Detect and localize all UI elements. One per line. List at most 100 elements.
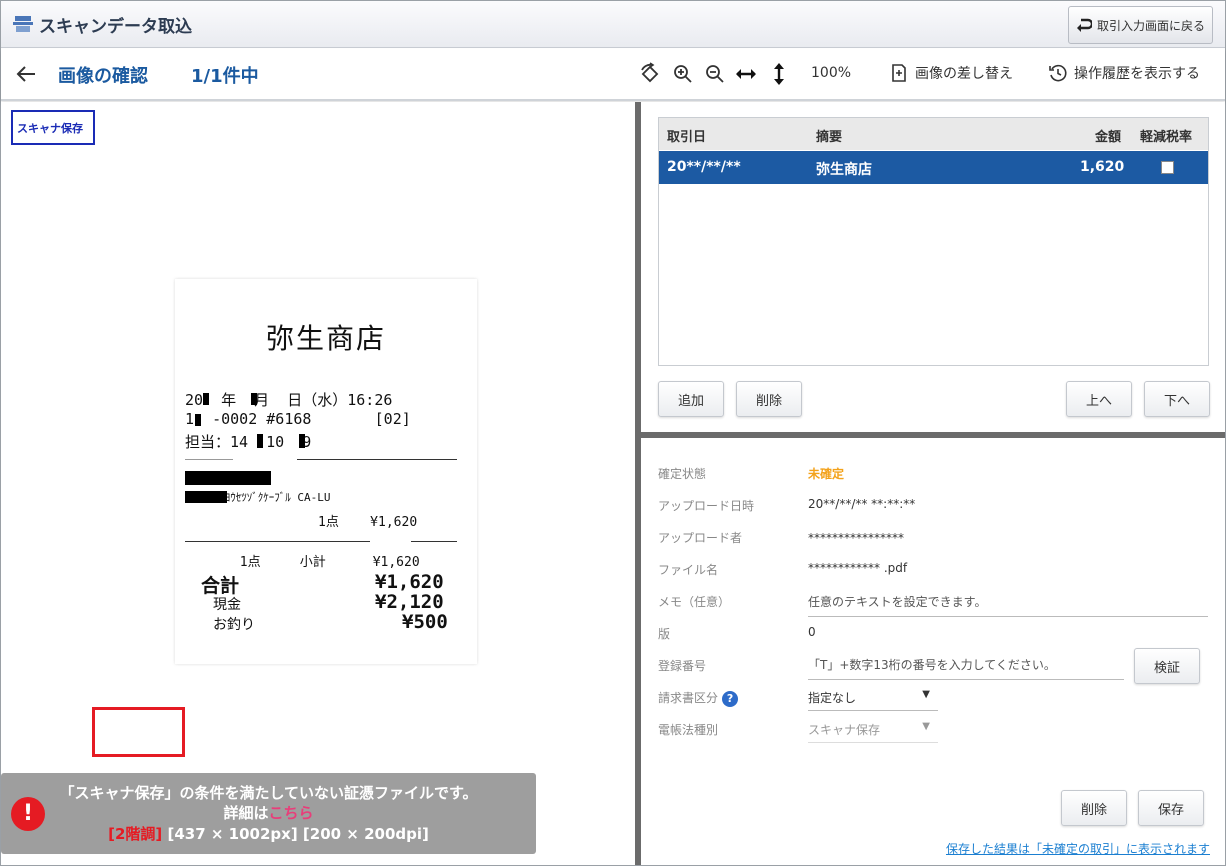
upload-date-value: 20**/**/** **:**:** — [808, 497, 916, 511]
receipt-redaction — [299, 434, 305, 448]
receipt-redaction — [257, 434, 263, 448]
invoice-type-label: 請求書区分? — [658, 689, 739, 707]
page-title: 画像の確認 — [58, 66, 148, 87]
memo-input[interactable]: 任意のテキストを設定できます。 — [808, 593, 1208, 617]
history-icon — [1049, 64, 1067, 82]
title-bar: スキャンデータ取込 取引入力画面に戻る — [1, 1, 1225, 48]
highlight-frame — [92, 707, 185, 757]
warning-image-specs: [2階調] [437 × 1002px] [200 × 200dpi] — [1, 823, 536, 844]
receipt-qty-line: 1点 ¥1,620 — [185, 515, 418, 530]
toolbar: 画像の確認 1/1件中 100% 画像の差し替え 操作履歴を表示する — [1, 49, 1225, 101]
receipt-redaction — [185, 471, 271, 485]
back-arrow-icon[interactable] — [15, 63, 37, 85]
scanner-warning-banner: ! 「スキャナ保存」の条件を満たしていない証憑ファイルです。 詳細はこちら [2… — [1, 773, 536, 854]
filename-label: ファイル名 — [658, 563, 719, 577]
zoom-in-icon[interactable] — [671, 62, 695, 86]
upload-date-label: アップロード日時 — [658, 499, 755, 513]
page-count: 1/1件中 — [191, 66, 259, 87]
receipt-staff-line: 担当：14 10 9 — [185, 433, 312, 451]
column-header-reduced-tax: 軽減税率 — [1140, 130, 1193, 145]
row-amount: 1,620 — [1080, 159, 1125, 175]
resolution-spec: [437 × 1002px] [200 × 200dpi] — [162, 825, 429, 843]
table-row[interactable]: 20**/**/** 弥生商店 1,620 — [659, 151, 1208, 184]
registration-number-input[interactable]: 「T」+数字13桁の番号を入力してください。 — [808, 656, 1124, 680]
table-header: 取引日 摘要 金額 軽減税率 — [659, 118, 1208, 150]
receipt-redaction — [185, 491, 227, 503]
receipt-shop-name: 弥生商店 — [265, 322, 386, 355]
app-title: スキャンデータ取込 — [39, 17, 192, 37]
image-preview-pane: スキャナ保存 弥生商店 20 年 月 日（水）16:26 1 -0002 #61… — [1, 102, 635, 865]
receipt-redaction — [251, 393, 257, 405]
verify-button[interactable]: 検証 — [1134, 648, 1200, 684]
fit-height-icon[interactable] — [767, 62, 791, 86]
fit-width-icon[interactable] — [734, 62, 758, 86]
filename-value: ************ .pdf — [808, 561, 908, 575]
add-row-button[interactable]: 追加 — [658, 381, 724, 417]
help-icon[interactable]: ? — [722, 690, 739, 707]
invoice-type-select[interactable]: 指定なし ▼ — [808, 681, 938, 711]
receipt-rule — [411, 541, 457, 542]
warning-detail: 詳細はこちら — [1, 802, 536, 823]
receipt-redaction — [203, 393, 209, 405]
rotate-icon[interactable] — [638, 62, 662, 86]
version-value: 0 — [808, 625, 816, 639]
warning-message: 「スキャナ保存」の条件を満たしていない証憑ファイルです。 — [59, 784, 478, 802]
move-up-button[interactable]: 上へ — [1066, 381, 1132, 417]
ebook-type-value: スキャナ保存 — [808, 723, 881, 737]
show-history-button[interactable]: 操作履歴を表示する — [1048, 63, 1200, 83]
history-label: 操作履歴を表示する — [1074, 66, 1200, 82]
column-header-summary: 摘要 — [816, 130, 843, 145]
status-value: 未確定 — [808, 467, 845, 481]
back-to-entry-button[interactable]: 取引入力画面に戻る — [1068, 6, 1213, 44]
receipt-total-value: ¥1,620 — [375, 571, 444, 593]
row-date: 20**/**/** — [667, 159, 741, 175]
receipt-date-line: 20 年 月 日（水）16:26 — [185, 391, 393, 409]
replace-image-button[interactable]: 画像の差し替え — [889, 63, 1013, 83]
gradation-spec: [2階調] — [108, 825, 163, 843]
move-down-button[interactable]: 下へ — [1144, 381, 1210, 417]
warning-detail-link[interactable]: こちら — [269, 804, 314, 822]
receipt-rule — [185, 459, 233, 460]
memo-label: メモ（任意） — [658, 595, 731, 609]
column-header-amount: 金額 — [1095, 130, 1122, 145]
transaction-table: 取引日 摘要 金額 軽減税率 20**/**/** 弥生商店 1,620 — [658, 117, 1209, 366]
replace-image-label: 画像の差し替え — [915, 66, 1013, 82]
version-label: 版 — [658, 627, 671, 641]
receipt-rule — [185, 541, 370, 542]
chevron-down-icon: ▼ — [922, 721, 930, 732]
zoom-out-icon[interactable] — [703, 62, 727, 86]
receipt-rule — [297, 459, 457, 460]
column-header-date: 取引日 — [667, 130, 707, 145]
receipt-image: 弥生商店 20 年 月 日（水）16:26 1 -0002 #6168 [02]… — [175, 279, 477, 664]
receipt-redaction — [195, 414, 201, 426]
return-arrow-icon — [1076, 18, 1092, 32]
invoice-type-label-text: 請求書区分 — [658, 691, 719, 705]
ebook-type-select: スキャナ保存 ▼ — [808, 713, 938, 743]
row-summary: 弥生商店 — [816, 162, 872, 178]
uploader-value: **************** — [808, 531, 904, 545]
receipt-change-label: お釣り — [213, 617, 255, 633]
warning-detail-prefix: 詳細は — [223, 804, 269, 822]
registration-number-label: 登録番号 — [658, 659, 707, 673]
ebook-type-label: 電帳法種別 — [658, 723, 719, 737]
transaction-list-pane: 取引日 摘要 金額 軽減税率 20**/**/** 弥生商店 1,620 追加 … — [641, 102, 1225, 432]
image-add-icon — [892, 64, 906, 82]
details-pane: 確定状態 未確定 アップロード日時 20**/**/** **:**:** アッ… — [641, 438, 1225, 865]
receipt-cash-label: 現金 — [213, 597, 241, 613]
back-to-entry-label: 取引入力画面に戻る — [1096, 18, 1205, 33]
receipt-cash-value: ¥2,120 — [375, 591, 444, 613]
scanner-icon — [13, 16, 33, 32]
save-button[interactable]: 保存 — [1138, 790, 1204, 826]
receipt-id-line: 1 -0002 #6168 [02] — [185, 410, 411, 428]
zoom-level: 100% — [811, 65, 852, 81]
unconfirmed-transactions-link[interactable]: 保存した結果は「未確定の取引」に表示されます — [946, 840, 1210, 857]
chevron-down-icon: ▼ — [922, 689, 930, 700]
scanner-save-badge: スキャナ保存 — [11, 110, 95, 145]
reduced-tax-checkbox[interactable] — [1161, 161, 1174, 174]
status-label: 確定状態 — [658, 467, 707, 481]
delete-button[interactable]: 削除 — [1061, 790, 1127, 826]
receipt-change-value: ¥500 — [402, 611, 448, 633]
uploader-label: アップロード者 — [658, 531, 743, 545]
delete-row-button[interactable]: 削除 — [736, 381, 802, 417]
receipt-subtotal-line: 1点 小計 ¥1,620 — [185, 555, 420, 570]
